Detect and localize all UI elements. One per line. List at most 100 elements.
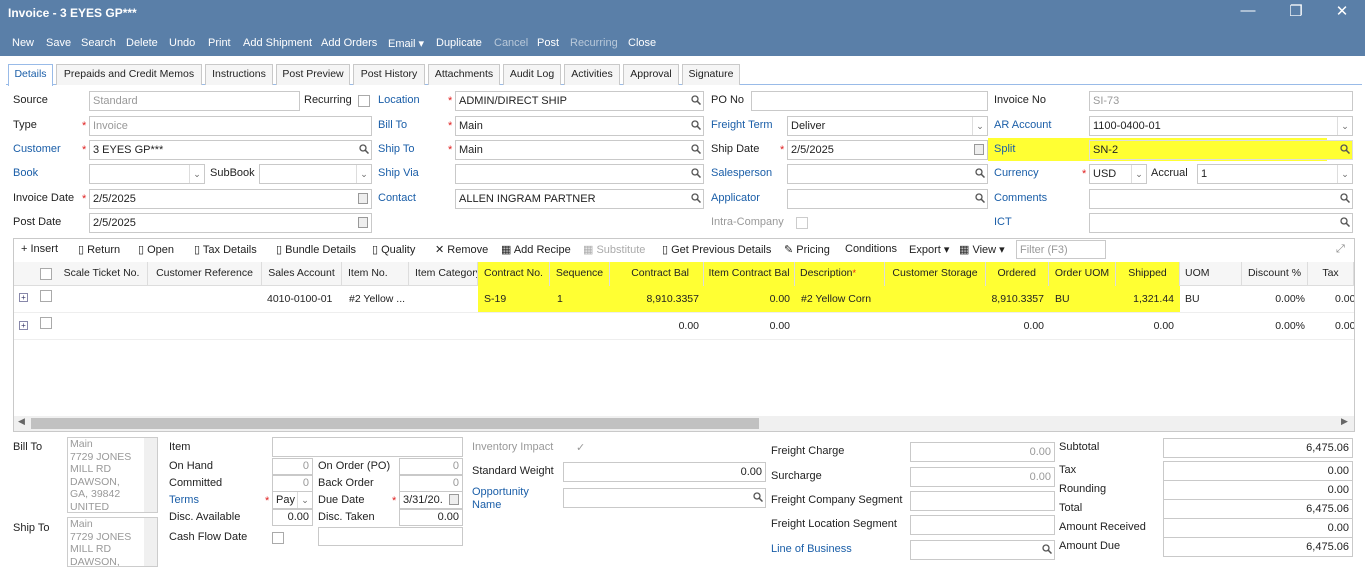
source-field[interactable]: Standard: [89, 91, 300, 111]
disc-taken-field[interactable]: 0.00: [399, 509, 463, 526]
col-contract-bal[interactable]: Contract Bal: [610, 262, 704, 286]
open-button[interactable]: ▯ Open: [138, 243, 174, 256]
customer-field[interactable]: 3 EYES GP***: [89, 140, 372, 160]
view-button[interactable]: ▦ View ▾: [959, 243, 1005, 256]
ar-account-label[interactable]: AR Account: [994, 119, 1051, 131]
location-field[interactable]: ADMIN/DIRECT SHIP: [455, 91, 704, 111]
ship-via-field[interactable]: [455, 164, 704, 184]
search-icon[interactable]: [1340, 144, 1350, 154]
search-icon[interactable]: [691, 193, 701, 203]
delete-button[interactable]: Delete: [126, 37, 158, 49]
quality-button[interactable]: ▯ Quality: [372, 243, 415, 256]
bill-to-label[interactable]: Bill To: [378, 119, 407, 131]
cell-discount[interactable]: 0.00%: [1242, 293, 1305, 305]
invoice-no-field[interactable]: SI-73: [1089, 91, 1353, 111]
expand-row-icon[interactable]: +: [19, 321, 28, 330]
scroll-right-icon[interactable]: ▶: [1341, 416, 1348, 427]
committed-field[interactable]: 0: [272, 475, 313, 492]
type-field[interactable]: Invoice: [89, 116, 372, 136]
item-field[interactable]: [272, 437, 463, 457]
chevron-down-icon[interactable]: ⌄: [1337, 165, 1352, 183]
chevron-down-icon[interactable]: ⌄: [1337, 117, 1352, 135]
cell-contract-bal[interactable]: 8,910.3357: [610, 293, 699, 305]
opportunity-name-label[interactable]: Opportunity Name: [472, 486, 529, 512]
minimize-icon[interactable]: —: [1236, 2, 1260, 19]
calendar-icon[interactable]: [974, 144, 984, 155]
amount-received-field[interactable]: 0.00: [1163, 518, 1353, 538]
cell-ordered[interactable]: 8,910.3357: [986, 293, 1044, 305]
tab-prepaids[interactable]: Prepaids and Credit Memos: [56, 64, 202, 85]
split-label[interactable]: Split: [994, 143, 1015, 155]
bill-to-field[interactable]: Main: [455, 116, 704, 136]
cell-discount[interactable]: 0.00%: [1242, 320, 1305, 332]
surcharge-field[interactable]: 0.00: [910, 467, 1055, 487]
add-recipe-button[interactable]: ▦ Add Recipe: [501, 243, 571, 256]
currency-field[interactable]: USD ⌄: [1089, 164, 1147, 184]
tab-activities[interactable]: Activities: [564, 64, 620, 85]
line-of-business-label[interactable]: Line of Business: [771, 543, 852, 555]
calendar-icon[interactable]: [358, 217, 368, 228]
search-icon[interactable]: [691, 120, 701, 130]
col-shipped[interactable]: Shipped: [1116, 262, 1180, 286]
ship-date-field[interactable]: 2/5/2025: [787, 140, 988, 160]
accrual-field[interactable]: 1 ⌄: [1197, 164, 1353, 184]
search-icon[interactable]: [691, 168, 701, 178]
on-order-field[interactable]: 0: [399, 458, 463, 475]
cell-contract-bal[interactable]: 0.00: [610, 320, 699, 332]
search-icon[interactable]: [1340, 193, 1350, 203]
search-icon[interactable]: [753, 492, 763, 502]
rounding-field[interactable]: 0.00: [1163, 480, 1353, 500]
terms-field[interactable]: Pay ⌄: [272, 491, 313, 509]
cash-flow-field[interactable]: [318, 527, 463, 546]
tab-signature[interactable]: Signature: [682, 64, 740, 85]
col-uom[interactable]: UOM: [1180, 262, 1242, 286]
salesperson-field[interactable]: [787, 164, 988, 184]
search-icon[interactable]: [691, 144, 701, 154]
split-field[interactable]: SN-2: [1089, 140, 1353, 160]
close-button[interactable]: Close: [628, 37, 656, 49]
search-icon[interactable]: [691, 95, 701, 105]
save-button[interactable]: Save: [46, 37, 71, 49]
book-field[interactable]: ⌄: [89, 164, 205, 184]
location-label[interactable]: Location: [378, 94, 420, 106]
close-icon[interactable]: ✕: [1330, 2, 1354, 20]
duplicate-button[interactable]: Duplicate: [436, 37, 482, 49]
insert-button[interactable]: + Insert: [21, 243, 58, 255]
disc-available-field[interactable]: 0.00: [272, 509, 313, 526]
ar-account-field[interactable]: 1100-0400-01 ⌄: [1089, 116, 1353, 136]
cash-flow-checkbox[interactable]: [272, 532, 284, 544]
chevron-down-icon[interactable]: ⌄: [356, 165, 371, 183]
ship-via-label[interactable]: Ship Via: [378, 167, 419, 179]
chevron-down-icon[interactable]: ⌄: [189, 165, 204, 183]
return-button[interactable]: ▯ Return: [78, 243, 120, 256]
recurring-checkbox[interactable]: [358, 95, 370, 107]
select-all-checkbox[interactable]: [40, 268, 52, 280]
line-of-business-field[interactable]: [910, 540, 1055, 560]
salesperson-label[interactable]: Salesperson: [711, 167, 772, 179]
freight-location-segment-field[interactable]: [910, 515, 1055, 535]
conditions-button[interactable]: Conditions: [845, 243, 897, 255]
intra-company-checkbox[interactable]: [796, 217, 808, 229]
terms-label[interactable]: Terms: [169, 494, 199, 506]
expand-icon[interactable]: ⤢: [1336, 243, 1345, 256]
cell-item-no[interactable]: #2 Yellow ...: [349, 293, 405, 305]
cell-order-uom[interactable]: BU: [1055, 293, 1070, 305]
tab-audit-log[interactable]: Audit Log: [503, 64, 561, 85]
cell-description[interactable]: #2 Yellow Corn: [801, 293, 871, 305]
col-item-no[interactable]: Item No.: [342, 262, 409, 286]
amount-due-field[interactable]: 6,475.06: [1163, 537, 1353, 557]
cell-ordered[interactable]: 0.00: [986, 320, 1044, 332]
col-tax[interactable]: Tax: [1308, 262, 1354, 286]
col-contract-no[interactable]: Contract No.: [478, 262, 550, 286]
calendar-icon[interactable]: [449, 494, 459, 505]
recurring-button[interactable]: Recurring: [570, 37, 618, 49]
ship-to-field[interactable]: Main: [455, 140, 704, 160]
comments-label[interactable]: Comments: [994, 192, 1047, 204]
add-shipment-button[interactable]: Add Shipment: [243, 37, 312, 49]
tax-details-button[interactable]: ▯ Tax Details: [194, 243, 257, 256]
undo-button[interactable]: Undo: [169, 37, 195, 49]
back-order-field[interactable]: 0: [399, 475, 463, 492]
search-icon[interactable]: [1340, 217, 1350, 227]
tab-attachments[interactable]: Attachments: [428, 64, 500, 85]
tab-approval[interactable]: Approval: [623, 64, 679, 85]
